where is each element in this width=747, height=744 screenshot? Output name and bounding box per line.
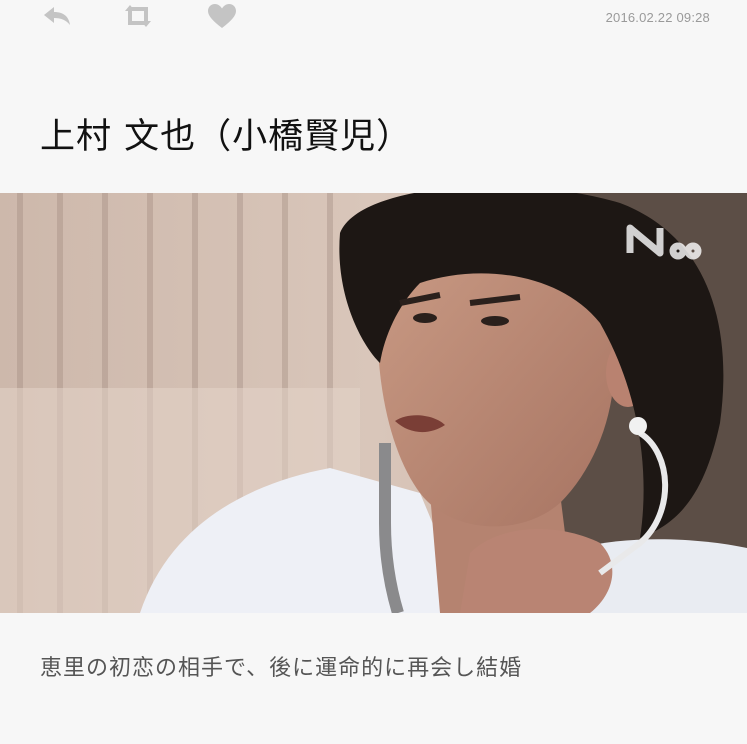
post-photo[interactable] bbox=[0, 193, 747, 613]
drama-still-image bbox=[0, 193, 747, 613]
heart-icon[interactable] bbox=[204, 2, 240, 30]
reply-icon[interactable] bbox=[40, 2, 76, 30]
retweet-icon[interactable] bbox=[120, 2, 156, 30]
post-caption: 恵里の初恋の相手で、後に運命的に再会し結婚 bbox=[40, 656, 523, 681]
post-title: 上村 文也（小橋賢児） bbox=[40, 117, 413, 157]
post-timestamp: 2016.02.22 09:28 bbox=[605, 10, 710, 25]
post-toolbar: 2016.02.22 09:28 bbox=[0, 0, 747, 36]
